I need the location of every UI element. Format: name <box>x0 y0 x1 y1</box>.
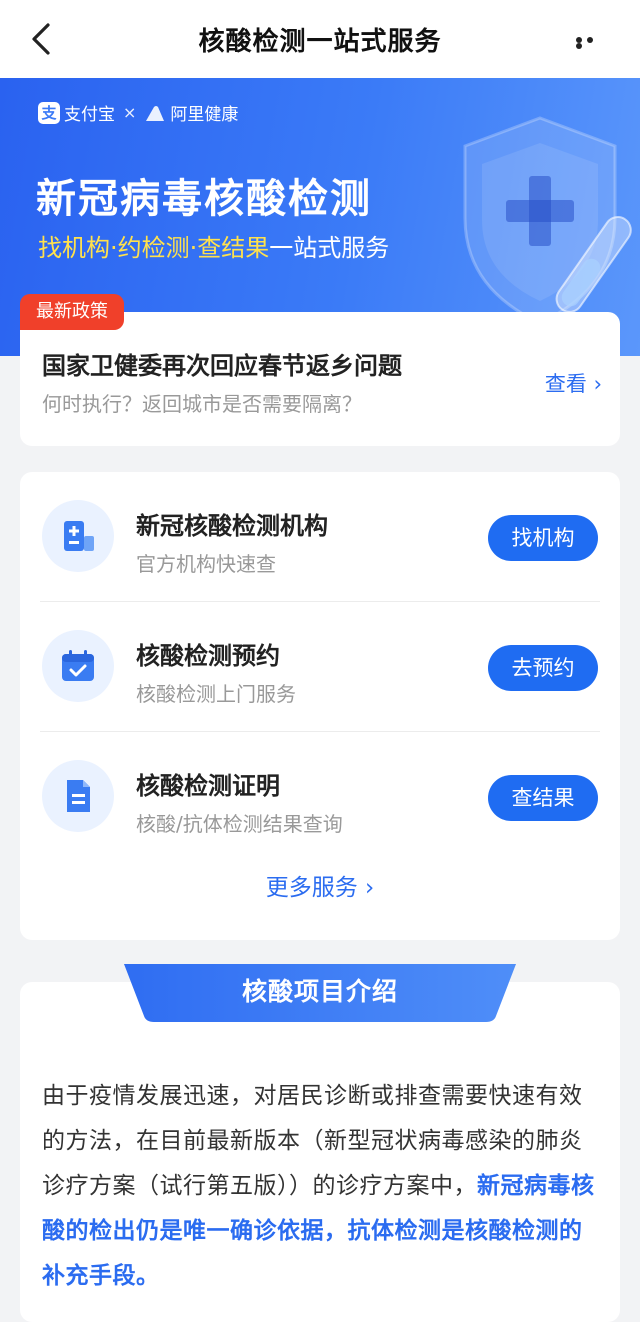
service-subtitle: 官方机构快速查 <box>136 552 276 576</box>
service-title: 核酸检测证明 <box>136 772 280 800</box>
intro-title: 核酸项目介绍 <box>241 977 398 1006</box>
service-subtitle: 核酸检测上门服务 <box>136 682 296 706</box>
page-title: 核酸检测一站式服务 <box>198 26 442 57</box>
service-row-institution[interactable]: 新冠核酸检测机构 官方机构快速查 找机构 <box>20 472 620 602</box>
service-subtitle: 核酸/抗体检测结果查询 <box>136 812 343 836</box>
banner-headline: 新冠病毒核酸检测 <box>36 176 372 222</box>
more-services-link[interactable]: 更多服务 › <box>20 868 620 902</box>
latest-policy-badge: 最新政策 <box>20 294 124 330</box>
service-row-booking[interactable]: 核酸检测预约 核酸检测上门服务 去预约 <box>20 602 620 732</box>
service-title: 核酸检测预约 <box>136 642 280 670</box>
calendar-icon <box>42 630 114 702</box>
alipay-brand-text: 支付宝 <box>64 105 115 125</box>
policy-card[interactable]: 最新政策 国家卫健委再次回应春节返乡问题 何时执行？返回城市是否需要隔离？ 查看… <box>20 294 620 446</box>
alipay-logo-icon: 支 <box>38 101 60 124</box>
document-icon <box>42 760 114 832</box>
intro-paragraph: 由于疫情发展迅速，对居民诊断或排查需要快速有效的方法，在目前最新版本（新型冠状病… <box>42 1074 604 1299</box>
ali-health-brand-text: 阿里健康 <box>170 105 239 125</box>
banner-subtitle: 找机构·约检测·查结果一站式服务 <box>38 228 389 263</box>
services-card: 新冠核酸检测机构 官方机构快速查 找机构 核酸检测预约 核酸检测上门服务 去预约 <box>20 472 620 940</box>
policy-title: 国家卫健委再次回应春节返乡问题 <box>42 352 402 380</box>
book-test-button[interactable]: 去预约 <box>488 645 598 691</box>
brand-logos: 支 支付宝 × 阿里健康 <box>38 100 238 125</box>
ali-health-logo-icon <box>146 105 165 121</box>
intro-card: 核酸项目介绍 由于疫情发展迅速，对居民诊断或排查需要快速有效的方法，在目前最新版… <box>20 964 620 1322</box>
banner-subtitle-highlight: 找机构·约检测·查结果 <box>38 234 270 262</box>
more-options-icon[interactable] <box>576 37 608 49</box>
shield-cross-icon <box>463 116 632 325</box>
check-result-button[interactable]: 查结果 <box>488 775 598 821</box>
banner-subtitle-rest: 一站式服务 <box>269 234 390 262</box>
back-arrow-icon[interactable] <box>26 22 56 56</box>
policy-subtitle: 何时执行？返回城市是否需要隔离？ <box>42 392 362 416</box>
intro-title-ribbon: 核酸项目介绍 <box>124 964 516 1034</box>
top-nav-bar: 核酸检测一站式服务 <box>0 0 640 78</box>
service-row-certificate[interactable]: 核酸检测证明 核酸/抗体检测结果查询 查结果 <box>20 732 620 862</box>
service-title: 新冠核酸检测机构 <box>136 512 328 540</box>
institution-icon <box>42 500 114 572</box>
brand-cross: × <box>123 103 137 122</box>
find-institution-button[interactable]: 找机构 <box>488 515 598 561</box>
view-policy-link[interactable]: 查看 › <box>545 368 602 398</box>
